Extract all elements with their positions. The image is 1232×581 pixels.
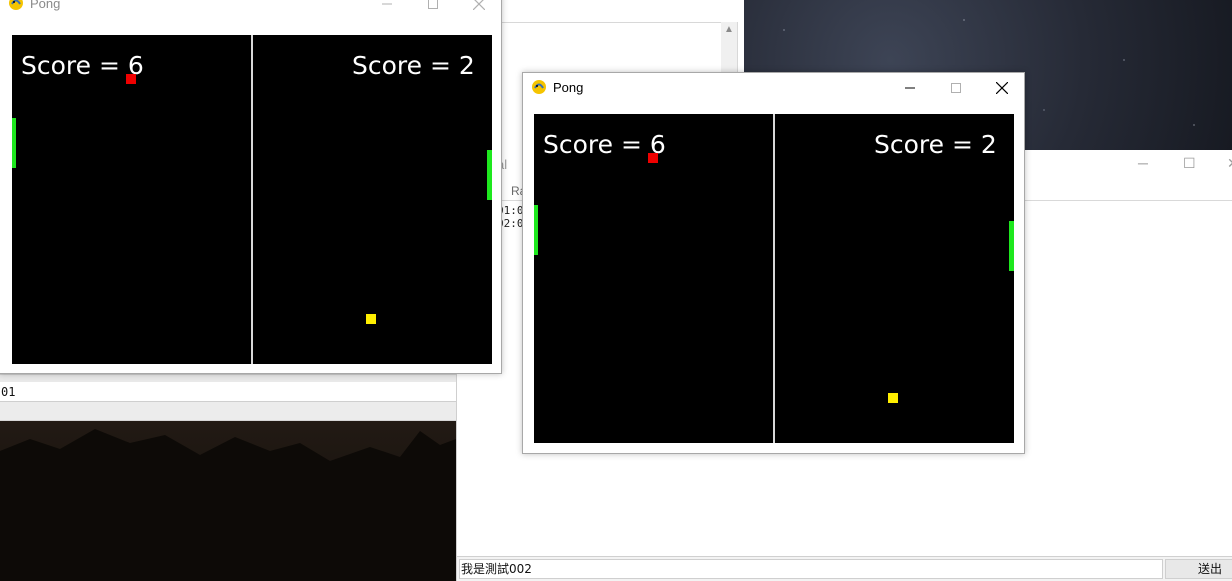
send-button[interactable]: 送出 [1165,559,1232,579]
close-button[interactable] [979,73,1025,103]
pong-window-active[interactable]: Pong Score = 6 Score = 2 [522,72,1025,454]
pong-game-canvas[interactable]: Score = 6 Score = 2 [12,35,492,364]
maximize-icon [951,83,961,93]
minimize-icon [382,3,392,5]
pong-titlebar[interactable]: Pong [0,0,501,19]
chat-message-input[interactable]: 01 [0,382,456,402]
ball-yellow [888,393,898,403]
minimize-icon[interactable]: ─ [1138,155,1148,171]
window-title: Pong [553,80,584,95]
pygame-snake-icon [532,80,546,94]
chat-status-bar [0,402,456,421]
window-title: Pong [30,0,61,11]
ball-red [126,74,136,84]
pong-titlebar[interactable]: Pong [523,73,1024,103]
left-paddle [12,118,16,168]
right-paddle [1009,221,1014,271]
close-icon [473,0,485,10]
close-icon [996,82,1008,94]
maximize-button[interactable] [410,0,456,19]
scroll-up-icon[interactable]: ▲ [724,24,734,35]
ball-yellow [366,314,376,324]
minimize-icon [905,87,915,89]
center-divider [251,35,253,364]
right-score: Score = 2 [874,130,997,159]
center-divider [773,114,775,443]
left-paddle [534,205,538,255]
right-score: Score = 2 [352,51,475,80]
right-paddle [487,150,492,200]
close-button[interactable] [456,0,502,19]
message-input[interactable]: 我是測試002 [459,559,1163,579]
pygame-snake-icon [9,0,23,10]
close-icon[interactable]: ✕ [1227,155,1232,172]
desktop-wallpaper-mountains [0,421,456,581]
chat-divider [0,374,456,382]
pong-game-canvas[interactable]: Score = 6 Score = 2 [534,114,1014,443]
pong-window-inactive[interactable]: Pong Score = 6 Score = 2 [0,0,502,374]
maximize-icon [428,0,438,9]
maximize-button[interactable] [933,73,979,103]
minimize-button[interactable] [364,0,410,19]
minimize-button[interactable] [887,73,933,103]
ball-red [648,153,658,163]
maximize-icon[interactable]: ☐ [1183,155,1196,172]
